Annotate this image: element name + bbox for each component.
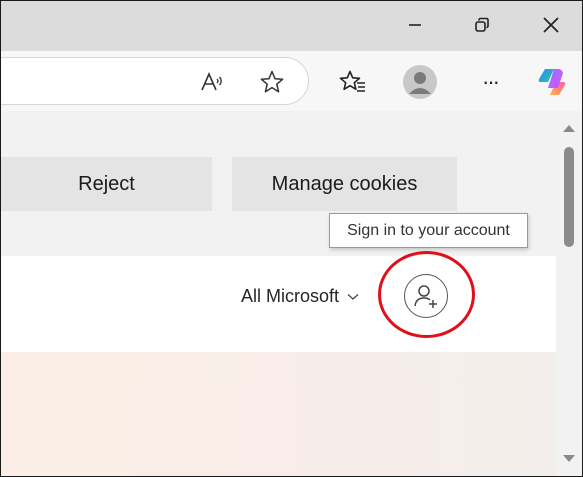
vertical-scrollbar[interactable] (556, 111, 582, 476)
sign-in-tooltip: Sign in to your account (329, 213, 528, 248)
copilot-icon[interactable] (535, 65, 569, 99)
favorites-icon[interactable] (338, 68, 368, 96)
star-icon[interactable] (258, 68, 286, 96)
scrollbar-thumb[interactable] (564, 147, 574, 247)
sign-in-button[interactable] (404, 274, 448, 318)
hero-banner (1, 352, 556, 476)
close-icon[interactable] (537, 11, 565, 39)
read-aloud-icon[interactable] (199, 68, 227, 96)
reject-button[interactable]: Reject (1, 157, 212, 211)
minimize-icon[interactable] (401, 11, 429, 39)
profile-avatar-icon[interactable] (403, 65, 437, 99)
person-add-icon (414, 285, 437, 308)
browser-window: ··· Reject Manage cookies All Microsoft … (0, 0, 583, 477)
title-bar (1, 1, 582, 51)
chevron-down-icon (347, 293, 359, 300)
scroll-down-icon[interactable] (563, 455, 575, 462)
scroll-up-icon[interactable] (563, 125, 575, 132)
restore-icon[interactable] (468, 11, 496, 39)
browser-toolbar: ··· (1, 51, 582, 111)
all-microsoft-menu[interactable]: All Microsoft (241, 286, 359, 307)
more-menu-button[interactable]: ··· (475, 69, 505, 95)
all-microsoft-label: All Microsoft (241, 286, 340, 306)
manage-cookies-button[interactable]: Manage cookies (232, 157, 457, 211)
